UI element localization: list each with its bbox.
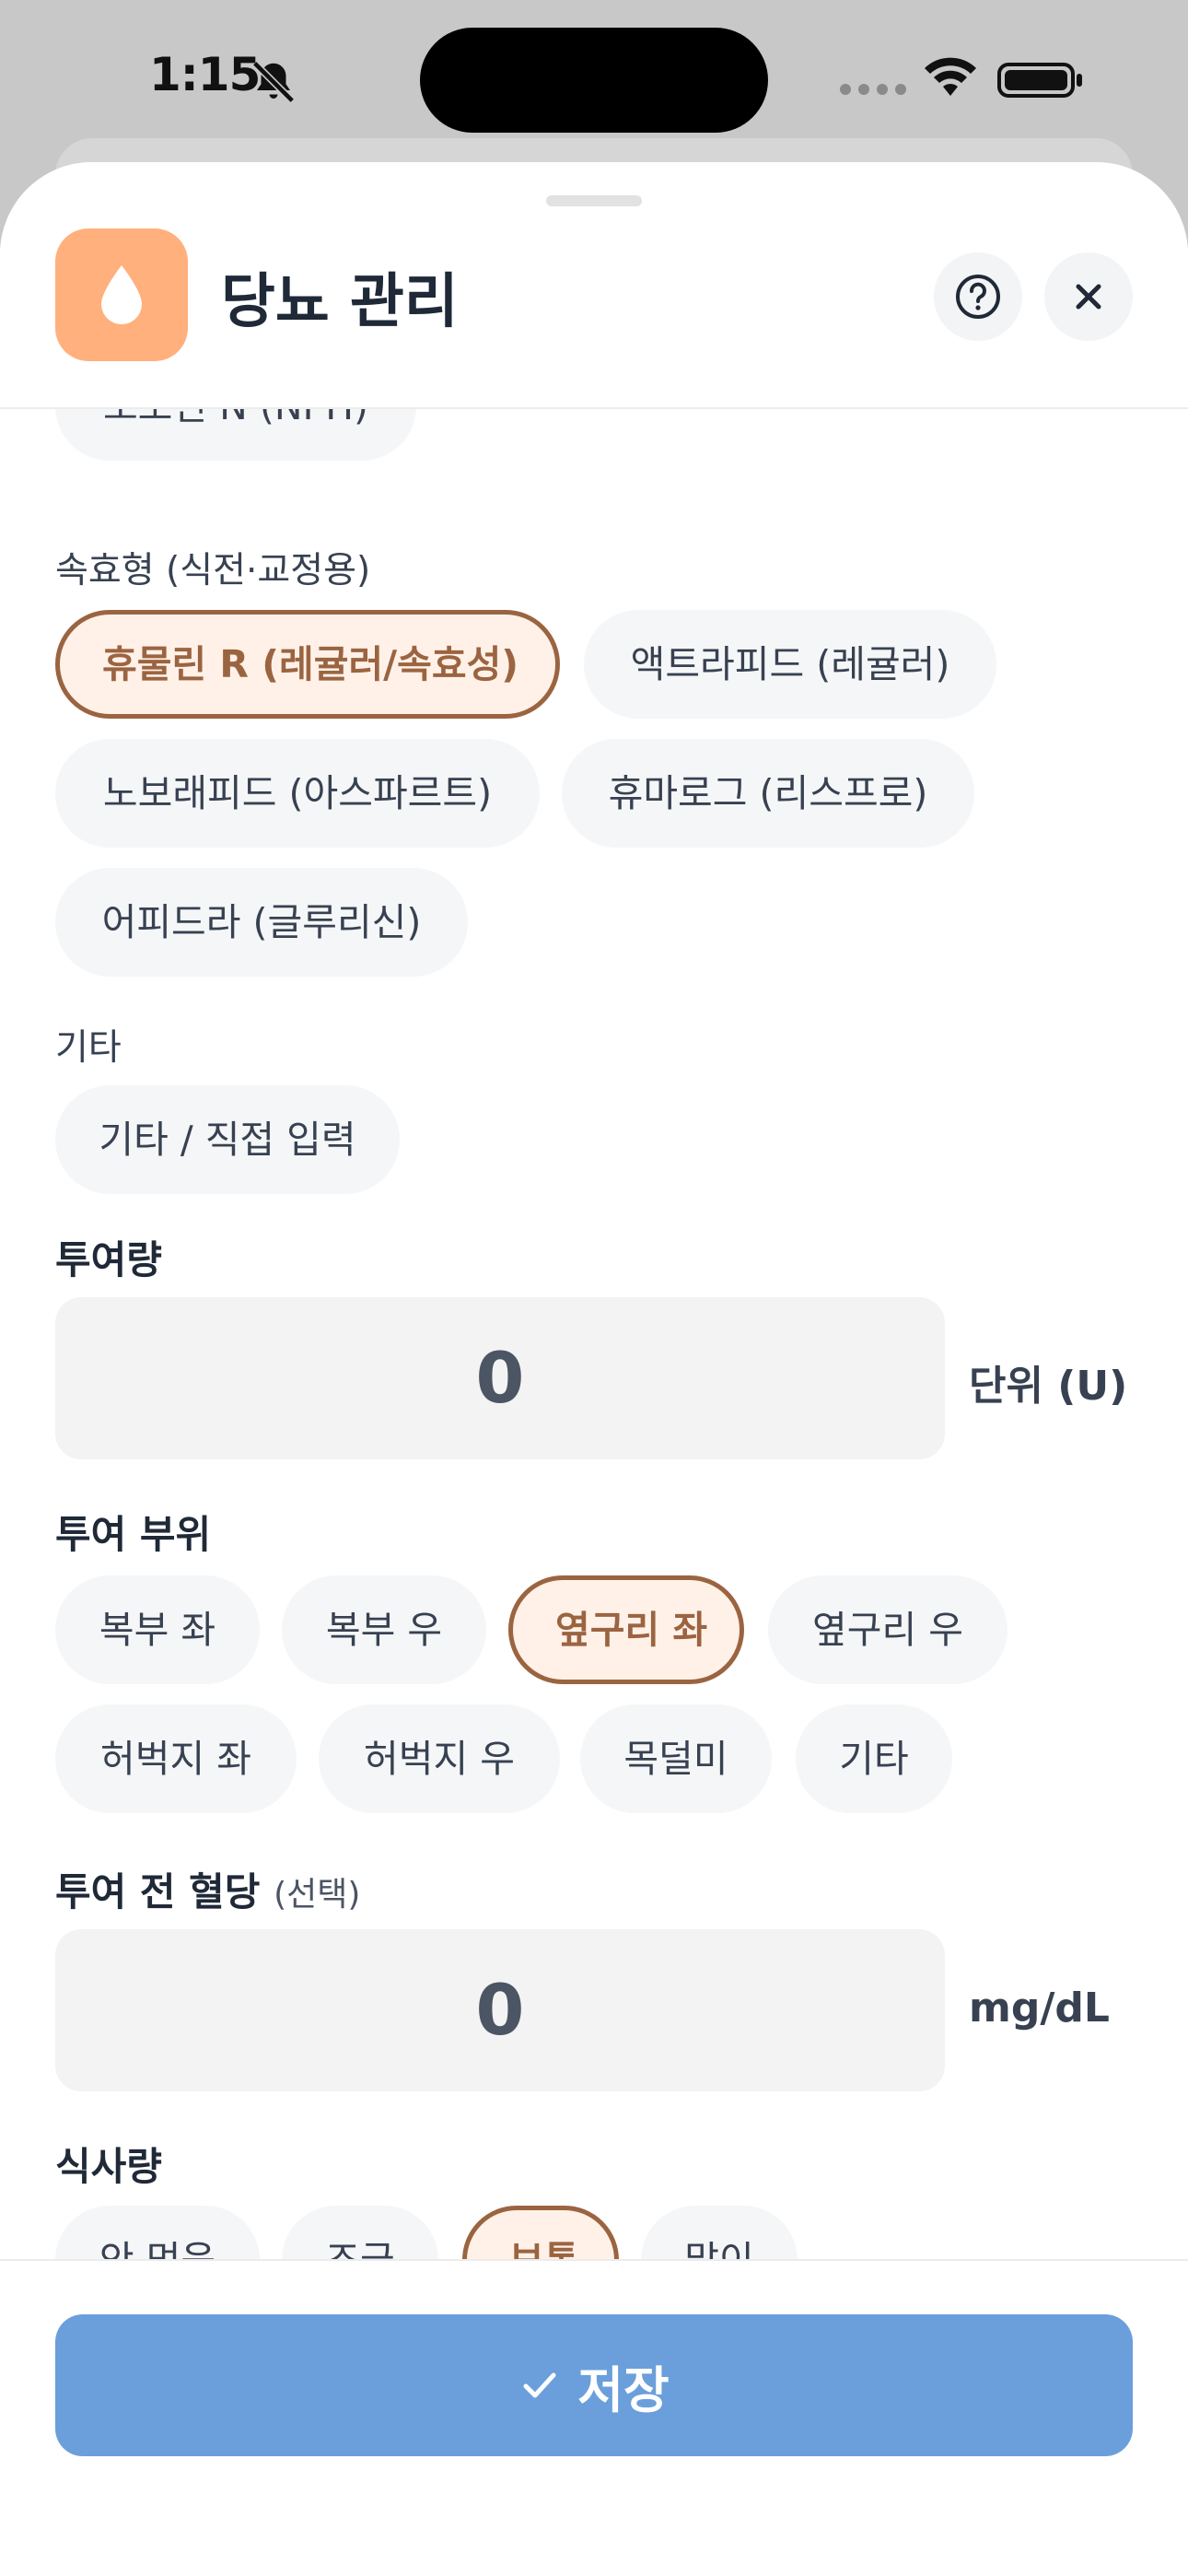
close-button[interactable] [1044,252,1133,341]
insulin-option-actrapid[interactable]: 액트라피드 (레귤러) [584,610,996,719]
save-button-label: 저장 [577,2360,670,2419]
site-option-other[interactable]: 기타 [796,1704,952,1813]
status-time: 1:15 [149,48,261,101]
insulin-option-nph[interactable]: 노보린 N (NPH) [55,407,416,461]
site-label: 투여 부위 [55,1512,212,1557]
signal-icon [840,84,906,95]
meal-option-none[interactable]: 안 먹음 [55,2206,260,2259]
site-option-abdomen-right[interactable]: 복부 우 [282,1575,486,1684]
glucose-label: 투여 전 혈당 (선택) [55,1861,360,1917]
glucose-unit: mg/dL [969,1985,1110,2032]
dose-unit: 단위 (U) [969,1363,1128,1410]
dose-label: 투여량 [55,1237,162,1282]
site-option-flank-left[interactable]: 옆구리 좌 [508,1575,744,1684]
wifi-icon [925,57,976,96]
insulin-option-apidra[interactable]: 어피드라 (글루리신) [55,868,468,977]
insulin-option-humulin-r[interactable]: 휴물린 R (레귤러/속효성) [55,610,560,719]
glucose-label-text: 투여 전 혈당 [55,1869,261,1914]
site-option-nape[interactable]: 목덜미 [580,1704,772,1813]
section-rapid-label: 속효형 (식전·교정용) [55,550,371,591]
dose-input[interactable]: 0 [55,1297,945,1459]
close-icon [1076,284,1101,310]
site-option-thigh-left[interactable]: 허벅지 좌 [55,1704,297,1813]
site-option-abdomen-left[interactable]: 복부 좌 [55,1575,260,1684]
app-icon [55,228,188,361]
dynamic-island [420,28,768,133]
meal-label: 식사량 [55,2144,162,2189]
footer-bar: 저장 [0,2259,1188,2576]
battery-icon [997,63,1082,98]
bell-muted-icon [251,60,296,104]
section-other-label: 기타 [55,1027,122,1069]
insulin-option-humalog[interactable]: 휴마로그 (리스프로) [562,739,974,848]
sheet-grabber[interactable] [546,195,642,206]
modal-sheet: 당뇨 관리 노보린 N (NPH) 속효형 (식전·교정용) 휴물린 R (레귤… [0,162,1188,2576]
save-button[interactable]: 저장 [55,2314,1133,2456]
droplet-icon [101,265,142,324]
help-button[interactable] [934,252,1022,341]
insulin-option-custom[interactable]: 기타 / 직접 입력 [55,1085,400,1194]
page-title: 당뇨 관리 [221,268,459,336]
form-content: 노보린 N (NPH) 속효형 (식전·교정용) 휴물린 R (레귤러/속효성)… [0,407,1188,2259]
check-icon [523,2372,556,2398]
meal-option-little[interactable]: 조금 [282,2206,438,2259]
site-option-thigh-right[interactable]: 허벅지 우 [319,1704,560,1813]
meal-option-normal[interactable]: 보통 [462,2206,619,2259]
glucose-input[interactable]: 0 [55,1929,945,2091]
sheet-header: 당뇨 관리 [0,162,1188,409]
help-icon [956,275,1000,319]
meal-option-much[interactable]: 많이 [641,2206,798,2259]
glucose-optional-hint: (선택) [274,1876,361,1914]
site-option-flank-right[interactable]: 옆구리 우 [768,1575,1007,1684]
insulin-option-novorapid[interactable]: 노보래피드 (아스파르트) [55,739,540,848]
